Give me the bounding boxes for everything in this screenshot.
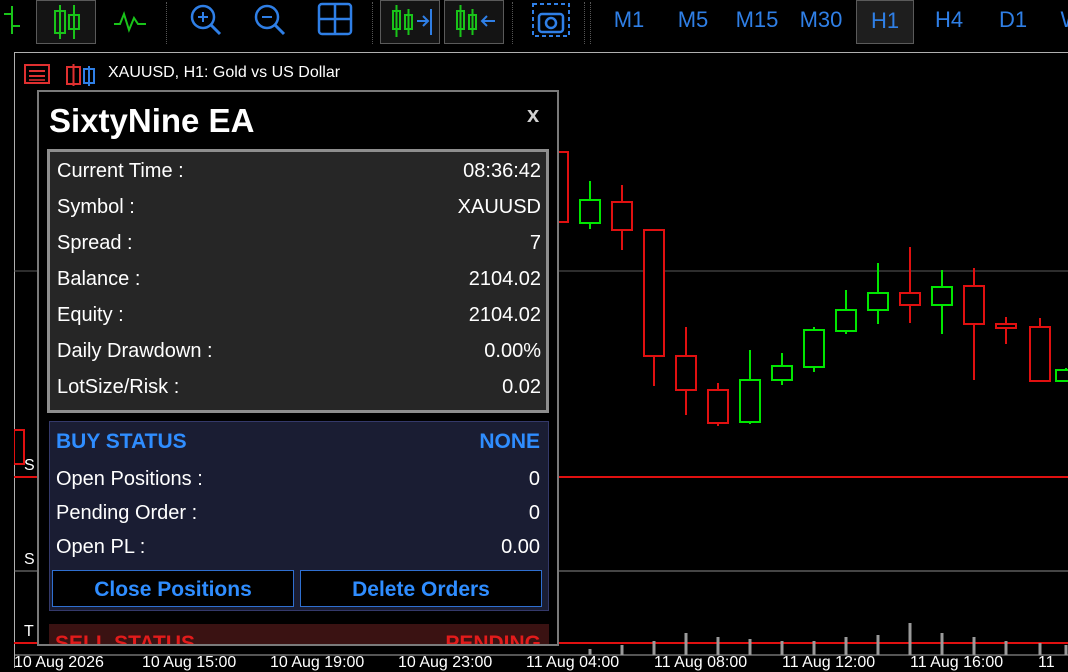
x-axis-label: 11 Aug 08:00 — [654, 654, 748, 671]
info-row-spread: Spread : 7 — [57, 228, 541, 258]
info-value: 0.02 — [502, 376, 541, 398]
info-label: Current Time : — [57, 160, 184, 182]
delete-orders-button[interactable]: Delete Orders — [300, 570, 542, 607]
account-info-box: Current Time : 08:36:42 Symbol : XAUUSD Sp… — [47, 149, 549, 413]
buy-row-open-pl: Open PL : 0.00 — [56, 532, 540, 562]
buy-row-open-positions: Open Positions : 0 — [56, 464, 540, 494]
candle-body — [899, 292, 921, 306]
candle-body — [707, 389, 729, 424]
candle-body — [1029, 326, 1051, 382]
bar-chart-icon — [4, 6, 20, 34]
candle-body — [835, 309, 857, 332]
info-label: Balance : — [57, 268, 141, 290]
buy-label: Pending Order : — [56, 502, 198, 524]
info-value: 7 — [529, 232, 541, 254]
x-axis-label: 11 Aug 12:00 — [782, 654, 876, 671]
chart-shift-icon — [392, 5, 432, 37]
buy-status-section: BUY STATUS NONE Open Positions : 0 Pendin… — [49, 421, 549, 611]
info-value: 08:36:42 — [463, 160, 541, 182]
candle-body — [771, 365, 793, 381]
info-value: 2104.02 — [468, 268, 541, 290]
candle-body — [931, 286, 953, 306]
candle-left-edge — [14, 429, 25, 465]
x-axis-label: 10 Aug 19:00 — [270, 654, 365, 671]
screenshot-icon — [532, 3, 570, 37]
ea-title: SixtyNine EA — [49, 102, 255, 139]
candle-body — [1055, 369, 1068, 382]
toolbar: M1M5M15M30H1H4D1W1 — [0, 0, 1068, 50]
info-value: XAUUSD — [457, 196, 541, 218]
x-axis-label: 10 Aug 2026 — [14, 654, 104, 671]
side-letter: S — [24, 457, 35, 474]
buy-label: Open PL : — [56, 536, 146, 558]
autoscroll-button[interactable] — [444, 0, 504, 44]
candle-body — [739, 379, 761, 423]
tile-windows-button[interactable] — [316, 0, 356, 44]
candlestick-chart-button[interactable] — [36, 0, 96, 44]
info-label: Equity : — [57, 304, 124, 326]
timeframe-m5[interactable]: M5 — [664, 0, 722, 44]
info-value: 0.00% — [484, 340, 541, 362]
buy-status-value: NONE — [479, 430, 540, 453]
close-positions-button[interactable]: Close Positions — [52, 570, 294, 607]
zoom-out-icon — [254, 4, 286, 36]
timeframe-m1[interactable]: M1 — [600, 0, 658, 44]
candle-body — [867, 292, 889, 311]
buy-value: 0 — [528, 468, 540, 490]
sell-status-value: PENDING — [445, 632, 541, 646]
candle-body — [675, 355, 697, 391]
info-row-current-time: Current Time : 08:36:42 — [57, 156, 541, 186]
candle-body — [579, 199, 601, 224]
side-letter: T — [24, 623, 34, 640]
x-axis-label: 10 Aug 23:00 — [398, 654, 493, 671]
info-row-symbol: Symbol : XAUUSD — [57, 192, 541, 222]
line-chart-icon — [114, 11, 146, 33]
x-axis-label: 10 Aug 15:00 — [142, 654, 237, 671]
zoom-in-icon — [190, 4, 222, 36]
x-axis-label: 11 — [1038, 654, 1055, 671]
side-letter: S — [24, 551, 35, 568]
candle-body — [643, 229, 665, 357]
sell-status-title: SELL STATUS — [55, 632, 196, 646]
candle-body — [963, 285, 985, 325]
buy-status-title: BUY STATUS — [56, 430, 187, 453]
autoscroll-icon — [456, 5, 495, 37]
timeframe-m15[interactable]: M15 — [728, 0, 786, 44]
info-row-balance: Balance : 2104.02 — [57, 264, 541, 294]
timeframe-h4[interactable]: H4 — [920, 0, 978, 44]
candle-body — [995, 323, 1017, 329]
info-label: Daily Drawdown : — [57, 340, 213, 362]
zoom-in-button[interactable] — [186, 0, 226, 44]
bar-chart-button[interactable] — [0, 0, 30, 44]
timeframe-h1[interactable]: H1 — [856, 0, 914, 44]
info-label: Symbol : — [57, 196, 135, 218]
x-axis-label: 11 Aug 04:00 — [526, 654, 620, 671]
timeframe-m30[interactable]: M30 — [792, 0, 850, 44]
timeframe-d1[interactable]: D1 — [984, 0, 1042, 44]
sell-status-section: SELL STATUS PENDING — [49, 624, 549, 646]
timeframe-w1[interactable]: W1 — [1048, 0, 1068, 44]
zoom-out-button[interactable] — [250, 0, 290, 44]
line-chart-button[interactable] — [108, 0, 152, 44]
candlestick-chart-icon — [54, 5, 80, 39]
chart-shift-button[interactable] — [380, 0, 440, 44]
tile-windows-icon — [317, 2, 353, 36]
screenshot-button[interactable] — [530, 0, 572, 44]
close-panel-button[interactable]: x — [527, 102, 539, 128]
buy-row-pending-order: Pending Order : 0 — [56, 498, 540, 528]
candle-body — [803, 329, 825, 368]
ea-panel[interactable]: SixtyNine EA x Current Time : 08:36:42 Sy… — [37, 90, 559, 646]
info-value: 2104.02 — [468, 304, 541, 326]
candle-body — [611, 201, 633, 231]
buy-value: 0.00 — [501, 536, 540, 558]
info-row-equity: Equity : 2104.02 — [57, 300, 541, 330]
info-label: LotSize/Risk : — [57, 376, 180, 398]
info-label: Spread : — [57, 232, 133, 254]
buy-value: 0 — [528, 502, 540, 524]
info-row-lotsize-risk: LotSize/Risk : 0.02 — [57, 372, 541, 402]
x-axis-label: 11 Aug 16:00 — [910, 654, 1004, 671]
info-row-daily-drawdown: Daily Drawdown : 0.00% — [57, 336, 541, 366]
buy-label: Open Positions : — [56, 468, 203, 490]
